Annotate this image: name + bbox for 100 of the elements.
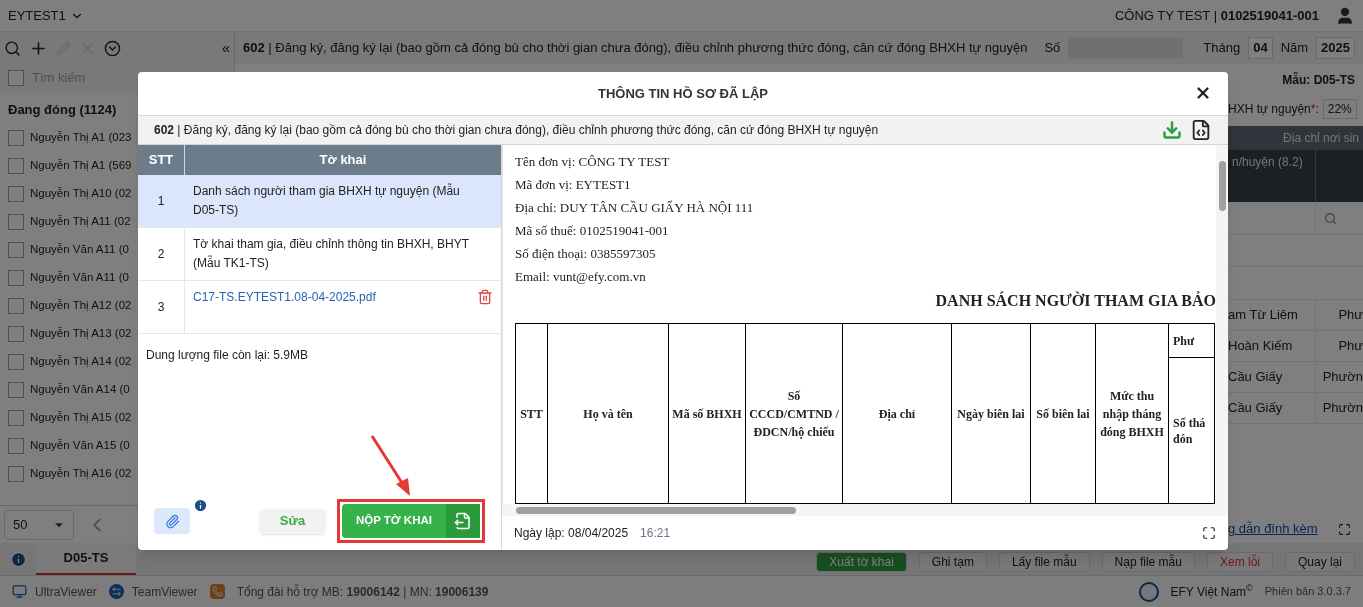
action-button[interactable]: Xem lỗi bbox=[1206, 552, 1273, 572]
column-header: Họ và tên bbox=[547, 323, 669, 504]
employee-name[interactable]: Nguyễn Thị A10 (02 bbox=[30, 184, 132, 203]
search-icon[interactable] bbox=[4, 39, 21, 57]
table-cell-text: Phườn bbox=[1321, 368, 1363, 387]
month-field[interactable]: 04 bbox=[1248, 37, 1273, 59]
xml-file-icon[interactable] bbox=[1190, 118, 1212, 142]
tool-link[interactable]: TeamViewer bbox=[131, 582, 198, 601]
column-header: Số CCCD/CMTND / ĐDCN/hộ chiếu bbox=[745, 323, 843, 504]
checkbox[interactable] bbox=[8, 129, 24, 146]
action-button[interactable]: Xuất tờ khai bbox=[816, 552, 907, 572]
employee-name[interactable]: Nguyễn Văn A11 (0 bbox=[30, 240, 129, 259]
guide-link[interactable]: g dẫn đính kèm bbox=[1228, 519, 1318, 539]
table-cell-text: Phườn bbox=[1321, 399, 1363, 418]
employee-name[interactable]: Nguyễn Văn A11 (0 bbox=[30, 268, 129, 287]
employee-name[interactable]: Nguyễn Thị A14 (02 bbox=[30, 352, 132, 371]
column-header: Ngày biên lai bbox=[951, 323, 1031, 504]
dialog-title: THÔNG TIN HỒ SƠ ĐÃ LẬP bbox=[598, 84, 768, 103]
number-label: Số bbox=[1044, 39, 1061, 58]
file-link[interactable]: C17-TS.EYTEST1.08-04-2025.pdf bbox=[193, 288, 376, 306]
checkbox[interactable] bbox=[8, 409, 24, 426]
action-button[interactable]: Nạp file mẫu bbox=[1101, 552, 1195, 572]
employee-name[interactable]: Nguyễn Thị A1 (023 bbox=[30, 128, 132, 147]
rate-label: HXH tự nguyện*: bbox=[1228, 101, 1319, 118]
table-cell: 3 bbox=[138, 281, 185, 333]
table-cell-text: Danh sách người tham gia BHXH tự nguyện (Mẫu D05-TS) bbox=[192, 182, 461, 219]
year-field[interactable]: 2025 bbox=[1316, 37, 1355, 59]
employee-name[interactable]: Nguyễn Thị A16 (02 bbox=[30, 464, 132, 483]
employee-name[interactable]: Nguyễn Thị A12 (02 bbox=[30, 296, 132, 315]
vertical-scrollbar[interactable] bbox=[1216, 145, 1228, 504]
checkbox[interactable] bbox=[8, 70, 24, 86]
document-line: Tên đơn vị: CÔNG TY TEST bbox=[515, 153, 671, 171]
attach-button[interactable] bbox=[154, 508, 190, 534]
table-cell: 2 bbox=[138, 228, 185, 280]
checkbox[interactable] bbox=[8, 297, 24, 314]
info-icon[interactable] bbox=[9, 550, 27, 568]
monitor-icon[interactable] bbox=[12, 584, 27, 599]
tool-link[interactable]: UltraViewer bbox=[35, 582, 97, 601]
remaining-size: Dung lượng file còn lại: 5.9MB bbox=[145, 347, 309, 364]
fullscreen-icon[interactable] bbox=[1338, 522, 1351, 536]
form-tab[interactable]: D05-TS bbox=[36, 543, 136, 575]
horizontal-scrollbar[interactable] bbox=[502, 504, 1228, 516]
user-icon[interactable] bbox=[1335, 5, 1355, 26]
action-button[interactable]: Lấy file mẫu bbox=[998, 552, 1090, 572]
table-row[interactable]: 2 Tờ khai tham gia, điều chỉnh thông tin BHXH, BHYT (Mẫu TK1-TS) bbox=[138, 228, 501, 281]
collapse-button[interactable]: « bbox=[221, 36, 230, 60]
trash-icon[interactable] bbox=[477, 288, 493, 306]
company-info: CÔNG TY TEST | 0102519041-001 bbox=[1114, 6, 1319, 25]
checkbox[interactable] bbox=[8, 157, 24, 174]
checkbox[interactable] bbox=[8, 241, 24, 258]
document-line: Email: vunt@efy.com.vn bbox=[515, 268, 647, 286]
dropdown-icon[interactable] bbox=[104, 39, 121, 57]
checkbox[interactable] bbox=[8, 353, 24, 370]
table-cell-text: Phư bbox=[1337, 306, 1363, 325]
table-row[interactable]: 3 C17-TS.EYTEST1.08-04-2025.pdf bbox=[138, 281, 501, 334]
table-cell: 1 bbox=[138, 175, 185, 227]
employee-name[interactable]: Nguyễn Thị A11 (02 bbox=[30, 212, 131, 231]
checkbox[interactable] bbox=[8, 325, 24, 342]
column-header: Phư bbox=[1168, 323, 1215, 358]
checkbox[interactable] bbox=[8, 269, 24, 286]
checkbox[interactable] bbox=[8, 381, 24, 398]
table-row[interactable]: 1 Danh sách người tham gia BHXH tự nguyện (Mẫu D05-TS) bbox=[138, 175, 501, 228]
paperclip-icon bbox=[164, 513, 180, 529]
employee-name[interactable]: Nguyễn Văn A15 (0 bbox=[30, 436, 130, 455]
phone-icon bbox=[209, 584, 225, 599]
group-header: Đang đóng (1124) bbox=[7, 101, 118, 119]
employee-name[interactable]: Nguyễn Thị A15 (02 bbox=[30, 408, 132, 427]
created-date: Ngày lập: 08/04/2025 bbox=[514, 525, 629, 542]
edit-button[interactable]: Sửa bbox=[260, 508, 325, 534]
fullscreen-icon[interactable] bbox=[1202, 526, 1216, 540]
table-cell-text: Tờ khai tham gia, điều chỉnh thông tin BHXH, BHYT (Mẫu TK1-TS) bbox=[192, 236, 470, 272]
file-export-icon bbox=[454, 512, 472, 530]
column-header: Mã số BHXH bbox=[668, 323, 746, 504]
checkbox[interactable] bbox=[8, 465, 24, 482]
group-header: Địa chỉ nơi sin bbox=[1228, 126, 1363, 150]
download-icon[interactable] bbox=[1162, 120, 1182, 140]
employee-name[interactable]: Nguyễn Văn A14 (0 bbox=[30, 380, 130, 399]
version-text: Phiên bản 3.0.3.7 bbox=[1264, 584, 1351, 600]
column-header: Tờ khai bbox=[318, 151, 368, 170]
action-button[interactable]: Ghi tạm bbox=[918, 552, 987, 572]
employee-name[interactable]: Nguyễn Thị A1 (569 bbox=[30, 156, 132, 175]
checkbox[interactable] bbox=[8, 185, 24, 202]
form-code: Mẫu: D05-TS bbox=[1282, 71, 1355, 89]
document-title: DANH SÁCH NGƯỜI THAM GIA BẢO bbox=[935, 290, 1216, 311]
search-icon[interactable] bbox=[1324, 211, 1337, 225]
procedure-title: 602 | Đăng ký, đăng ký lại (bao gồm cả đóng bù cho thời gian chưa đóng), điều chỉnh phương thức đóng, căn cứ đóng BHXH tự nguyện bbox=[154, 122, 880, 139]
column-header: Mức thu nhập tháng đóng BHXH bbox=[1095, 323, 1169, 504]
info-icon[interactable] bbox=[193, 498, 208, 513]
checkbox[interactable] bbox=[8, 437, 24, 454]
action-button[interactable]: Quay lại bbox=[1284, 552, 1355, 572]
close-icon[interactable] bbox=[1194, 84, 1212, 102]
employee-name[interactable]: Nguyễn Thị A13 (02 bbox=[30, 324, 132, 343]
unit-name[interactable]: EYTEST1 bbox=[8, 5, 66, 26]
column-header: Số biên lai bbox=[1030, 323, 1096, 504]
page-size-select[interactable]: 50 bbox=[4, 509, 74, 540]
checkbox[interactable] bbox=[8, 213, 24, 230]
year-label: Năm bbox=[1280, 39, 1309, 58]
document-line: Mã đơn vị: EYTEST1 bbox=[515, 176, 632, 194]
submit-button[interactable]: NỘP TỜ KHAI bbox=[341, 504, 480, 538]
rate-field[interactable]: 22% bbox=[1322, 99, 1357, 119]
